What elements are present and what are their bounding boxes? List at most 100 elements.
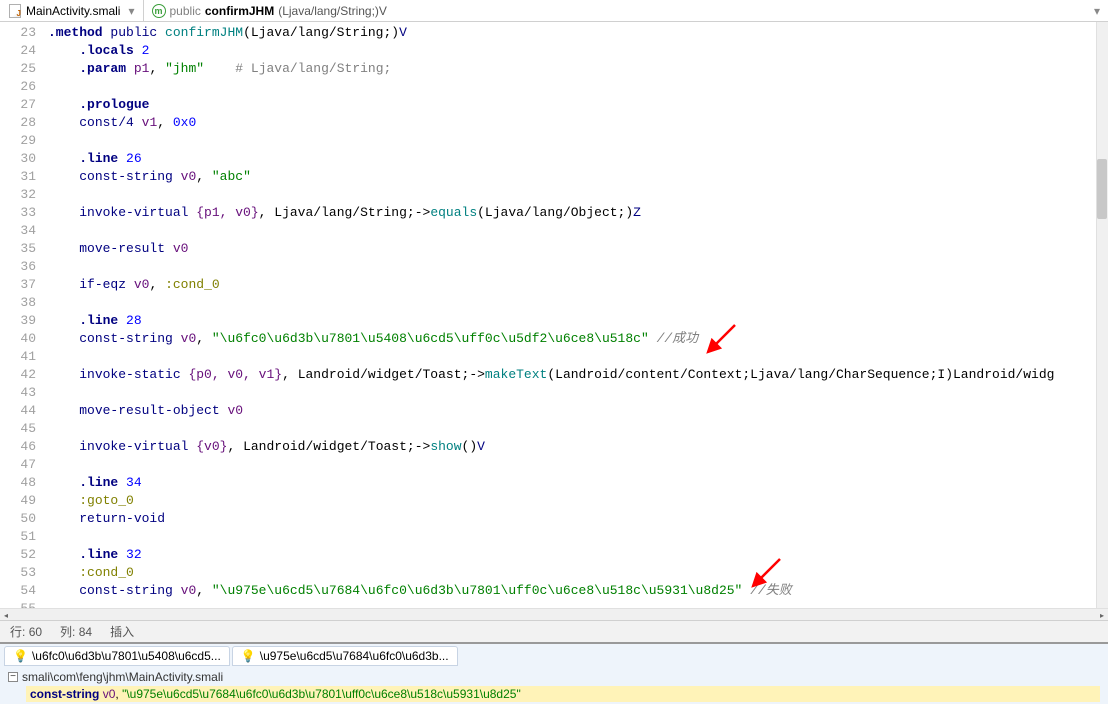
editor-area: 2324252627282930313233343536373839404142… [0, 22, 1108, 620]
code-line[interactable]: invoke-static {p0, v0, v1}, Landroid/wid… [44, 366, 1108, 384]
code-line[interactable]: .prologue [44, 96, 1108, 114]
code-line[interactable] [44, 384, 1108, 402]
code-line[interactable]: invoke-virtual {p1, v0}, Ljava/lang/Stri… [44, 204, 1108, 222]
tree-file-path: smali\com\feng\jhm\MainActivity.smali [22, 670, 223, 684]
code-line[interactable] [44, 528, 1108, 546]
code-line[interactable]: .line 28 [44, 312, 1108, 330]
line-number: 26 [0, 78, 36, 96]
bulb-icon: 💡 [241, 649, 256, 663]
code-line[interactable]: .param p1, "jhm" # Ljava/lang/String; [44, 60, 1108, 78]
line-number: 40 [0, 330, 36, 348]
line-number: 30 [0, 150, 36, 168]
line-number: 41 [0, 348, 36, 366]
line-number-gutter: 2324252627282930313233343536373839404142… [0, 22, 44, 620]
vertical-scrollbar[interactable] [1096, 22, 1108, 620]
file-tab-label: MainActivity.smali [26, 4, 120, 18]
line-number: 27 [0, 96, 36, 114]
line-number: 24 [0, 42, 36, 60]
status-line: 行: 60 [10, 623, 42, 640]
code-line[interactable]: const-string v0, "\u975e\u6cd5\u7684\u6f… [44, 582, 1108, 600]
line-number: 46 [0, 438, 36, 456]
code-line[interactable] [44, 348, 1108, 366]
line-number: 43 [0, 384, 36, 402]
code-line[interactable] [44, 294, 1108, 312]
code-line[interactable] [44, 132, 1108, 150]
result-op: const-string [30, 687, 99, 701]
breadcrumb-method: confirmJHM [205, 4, 274, 18]
find-results-panel: 💡 \u6fc0\u6d3b\u7801\u5408\u6cd5... 💡 \u… [0, 642, 1108, 704]
line-number: 36 [0, 258, 36, 276]
line-number: 23 [0, 24, 36, 42]
line-number: 47 [0, 456, 36, 474]
code-editor[interactable]: .method public confirmJHM(Ljava/lang/Str… [44, 22, 1108, 620]
code-line[interactable]: :goto_0 [44, 492, 1108, 510]
find-result-tab-1[interactable]: 💡 \u6fc0\u6d3b\u7801\u5408\u6cd5... [4, 646, 230, 666]
code-line[interactable]: const/4 v1, 0x0 [44, 114, 1108, 132]
breadcrumb[interactable]: m public confirmJHM (Ljava/lang/String;)… [144, 0, 1108, 21]
line-number: 28 [0, 114, 36, 132]
status-mode: 插入 [110, 623, 134, 640]
code-line[interactable]: move-result-object v0 [44, 402, 1108, 420]
code-line[interactable] [44, 222, 1108, 240]
result-string: "\u975e\u6cd5\u7684\u6fc0\u6d3b\u7801\uf… [122, 687, 521, 701]
code-line[interactable]: .locals 2 [44, 42, 1108, 60]
tree-collapse-icon[interactable]: − [8, 672, 18, 682]
code-line[interactable]: return-void [44, 510, 1108, 528]
line-number: 31 [0, 168, 36, 186]
find-tab-2-label: \u975e\u6cd5\u7684\u6fc0\u6d3b... [260, 649, 449, 663]
line-number: 42 [0, 366, 36, 384]
line-number: 35 [0, 240, 36, 258]
tree-file-row[interactable]: − smali\com\feng\jhm\MainActivity.smali [8, 670, 1100, 684]
code-line[interactable]: invoke-virtual {v0}, Landroid/widget/Toa… [44, 438, 1108, 456]
method-icon: m [152, 4, 166, 18]
code-line[interactable] [44, 420, 1108, 438]
code-line[interactable]: .line 32 [44, 546, 1108, 564]
find-tab-1-label: \u6fc0\u6d3b\u7801\u5408\u6cd5... [32, 649, 221, 663]
code-line[interactable] [44, 456, 1108, 474]
result-reg: v0 [103, 687, 116, 701]
code-line[interactable] [44, 186, 1108, 204]
line-number: 25 [0, 60, 36, 78]
line-number: 33 [0, 204, 36, 222]
smali-file-icon [8, 4, 22, 18]
find-results-tree: − smali\com\feng\jhm\MainActivity.smali … [0, 668, 1108, 704]
line-number: 54 [0, 582, 36, 600]
line-number: 48 [0, 474, 36, 492]
code-line[interactable]: move-result v0 [44, 240, 1108, 258]
status-bar: 行: 60 列: 84 插入 [0, 620, 1108, 642]
tree-result-row[interactable]: const-string v0, "\u975e\u6cd5\u7684\u6f… [26, 686, 1100, 702]
line-number: 53 [0, 564, 36, 582]
scroll-left-icon[interactable]: ◂ [0, 609, 12, 621]
code-line[interactable]: if-eqz v0, :cond_0 [44, 276, 1108, 294]
bulb-icon: 💡 [13, 649, 28, 663]
find-result-tab-2[interactable]: 💡 \u975e\u6cd5\u7684\u6fc0\u6d3b... [232, 646, 458, 666]
line-number: 49 [0, 492, 36, 510]
horizontal-scrollbar[interactable]: ◂ ▸ [0, 608, 1108, 620]
find-result-tabs: 💡 \u6fc0\u6d3b\u7801\u5408\u6cd5... 💡 \u… [0, 644, 1108, 668]
line-number: 34 [0, 222, 36, 240]
code-line[interactable]: .method public confirmJHM(Ljava/lang/Str… [44, 24, 1108, 42]
line-number: 37 [0, 276, 36, 294]
line-number: 32 [0, 186, 36, 204]
status-col: 列: 84 [60, 623, 92, 640]
code-line[interactable] [44, 78, 1108, 96]
line-number: 38 [0, 294, 36, 312]
scrollbar-thumb[interactable] [1097, 159, 1107, 219]
code-line[interactable]: const-string v0, "abc" [44, 168, 1108, 186]
line-number: 45 [0, 420, 36, 438]
file-tab[interactable]: MainActivity.smali ▾ [0, 0, 144, 21]
breadcrumb-dropdown-icon[interactable]: ▾ [1094, 4, 1100, 18]
code-line[interactable]: .line 26 [44, 150, 1108, 168]
code-line[interactable] [44, 258, 1108, 276]
scroll-right-icon[interactable]: ▸ [1096, 609, 1108, 621]
breadcrumb-modifier: public [170, 4, 201, 18]
tab-dropdown-icon[interactable]: ▾ [128, 4, 134, 18]
breadcrumb-signature: (Ljava/lang/String;)V [278, 4, 387, 18]
line-number: 52 [0, 546, 36, 564]
code-line[interactable]: :cond_0 [44, 564, 1108, 582]
line-number: 44 [0, 402, 36, 420]
line-number: 50 [0, 510, 36, 528]
code-line[interactable]: .line 34 [44, 474, 1108, 492]
code-line[interactable]: const-string v0, "\u6fc0\u6d3b\u7801\u54… [44, 330, 1108, 348]
line-number: 39 [0, 312, 36, 330]
